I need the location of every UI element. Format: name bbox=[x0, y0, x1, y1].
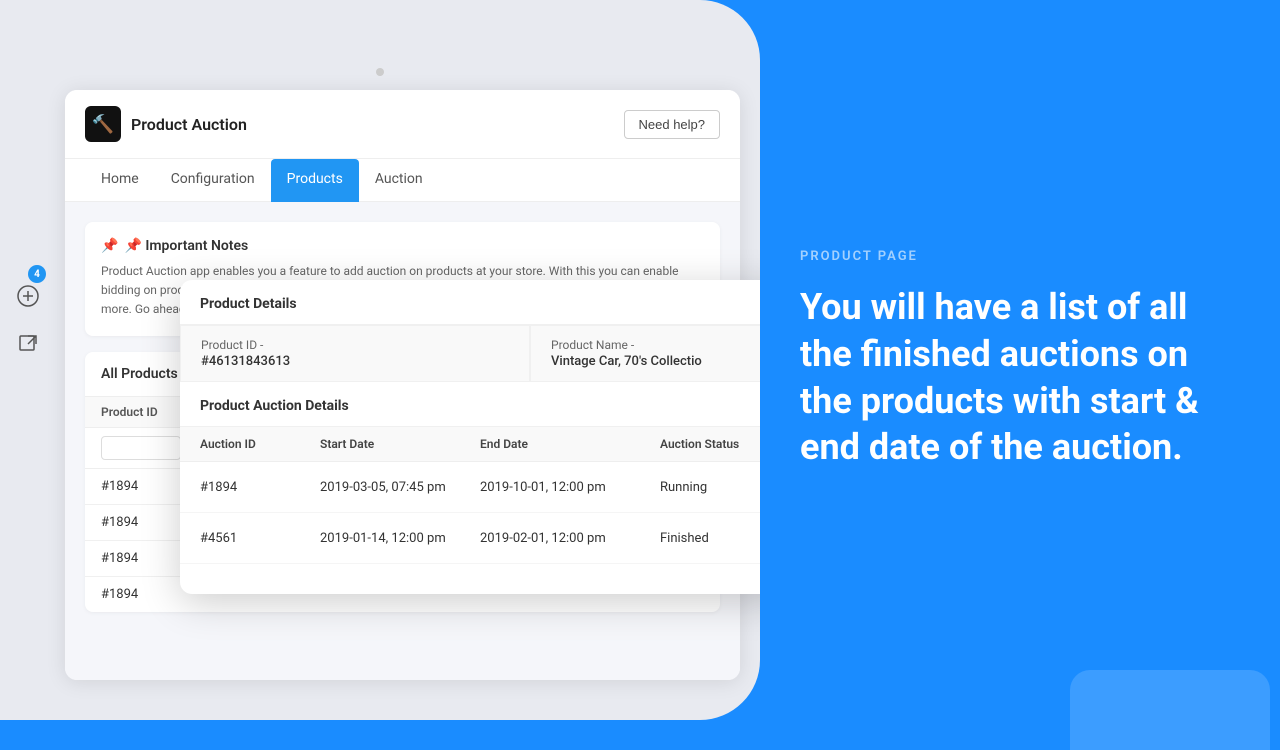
tab-products[interactable]: Products bbox=[271, 159, 359, 202]
external-link-icon[interactable] bbox=[12, 328, 44, 360]
auction-table-header: Auction ID Start Date End Date Auction S… bbox=[180, 427, 760, 462]
auction-id: #1894 bbox=[200, 480, 320, 495]
nav-tabs: Home Configuration Products Auction bbox=[65, 159, 740, 202]
pin-icon: 📌 bbox=[101, 238, 118, 254]
auction-row: #1894 2019-03-05, 07:45 pm 2019-10-01, 1… bbox=[180, 462, 760, 513]
col-end-date: End Date bbox=[480, 437, 660, 451]
tab-configuration[interactable]: Configuration bbox=[155, 159, 271, 202]
auction-start-date: 2019-01-14, 12:00 pm bbox=[320, 531, 480, 546]
col-auction-id: Auction ID bbox=[200, 437, 320, 451]
auction-details-title: Product Auction Details bbox=[180, 382, 760, 427]
col-auction-status: Auction Status bbox=[660, 437, 760, 451]
sidebar bbox=[0, 280, 55, 360]
product-id-value: #46131843613 bbox=[201, 354, 509, 369]
product-details-modal: Product Details Product ID - #4613184361… bbox=[180, 280, 760, 594]
help-button[interactable]: Need help? bbox=[624, 110, 721, 139]
product-name-label: Product Name - bbox=[551, 338, 760, 352]
product-details-grid: Product ID - #46131843613 Product Name -… bbox=[180, 325, 760, 382]
tab-auction[interactable]: Auction bbox=[359, 159, 439, 202]
product-name-value: Vintage Car, 70's Collectio bbox=[551, 354, 760, 369]
auction-row: #4561 2019-01-14, 12:00 pm 2019-02-01, 1… bbox=[180, 513, 760, 564]
product-name-detail: Product Name - Vintage Car, 70's Collect… bbox=[530, 325, 760, 382]
product-page-label: PRODUCT PAGE bbox=[800, 249, 1220, 264]
app-logo: 🔨 Product Auction bbox=[85, 106, 247, 142]
tab-home[interactable]: Home bbox=[85, 159, 155, 202]
app-header: 🔨 Product Auction Need help? bbox=[65, 90, 740, 159]
left-panel: 4 🔨 Product Auction Need help? bbox=[0, 0, 760, 720]
auction-id: #4561 bbox=[200, 531, 320, 546]
app-title: Product Auction bbox=[131, 115, 247, 134]
app-logo-icon: 🔨 bbox=[85, 106, 121, 142]
right-panel: PRODUCT PAGE You will have a list of all… bbox=[760, 0, 1280, 720]
dot-indicator bbox=[376, 68, 384, 76]
marketing-headline: You will have a list of all the finished… bbox=[800, 284, 1220, 471]
product-id-label: Product ID - bbox=[201, 338, 509, 352]
notes-title: 📌 📌 Important Notes bbox=[101, 238, 704, 254]
product-details-title: Product Details bbox=[180, 280, 760, 325]
auction-status: Running bbox=[660, 480, 760, 495]
product-id-detail: Product ID - #46131843613 bbox=[180, 325, 530, 382]
bottom-decoration bbox=[1070, 670, 1270, 750]
auction-end-date: 2019-10-01, 12:00 pm bbox=[480, 480, 660, 495]
auction-start-date: 2019-03-05, 07:45 pm bbox=[320, 480, 480, 495]
search-id-input[interactable] bbox=[101, 436, 181, 460]
auction-end-date: 2019-02-01, 12:00 pm bbox=[480, 531, 660, 546]
auction-status: Finished bbox=[660, 531, 760, 546]
plus-icon[interactable] bbox=[12, 280, 44, 312]
col-start-date: Start Date bbox=[320, 437, 480, 451]
